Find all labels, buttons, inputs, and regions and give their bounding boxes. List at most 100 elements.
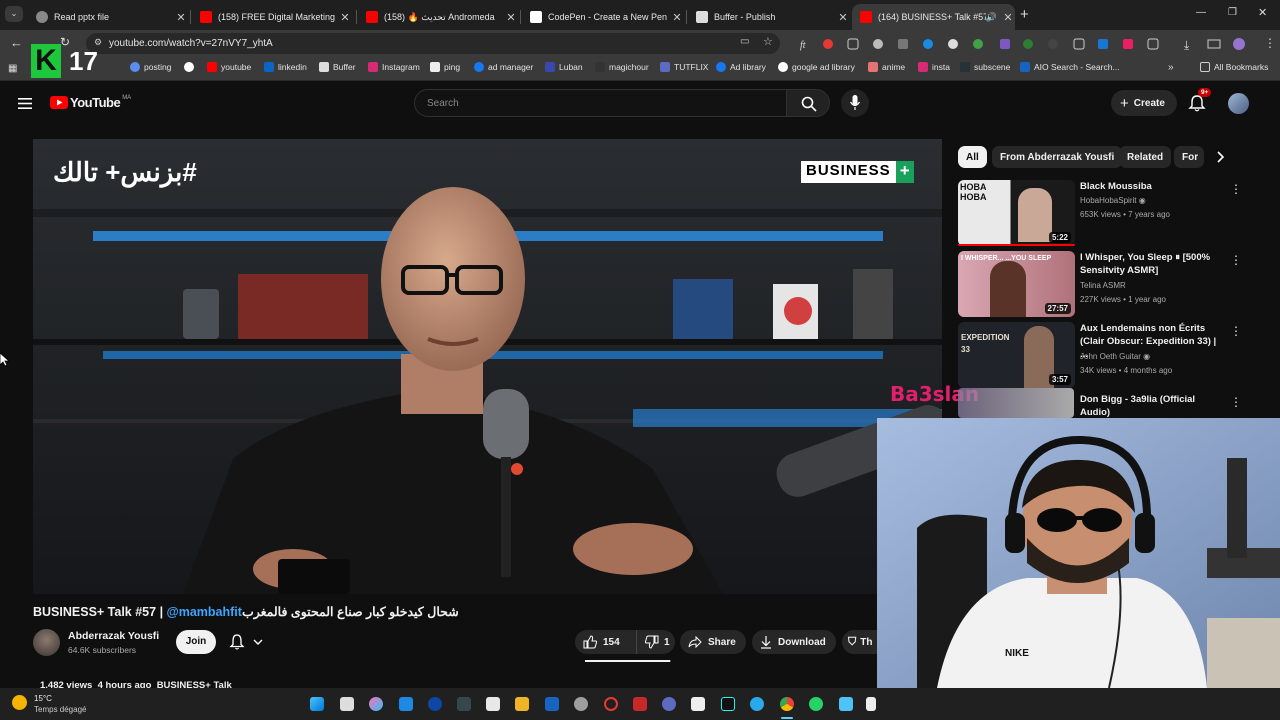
subscribe-notification-button[interactable]	[225, 632, 271, 652]
chip-related[interactable]: Related	[1119, 146, 1172, 168]
app-icon[interactable]	[428, 697, 442, 711]
start-button[interactable]	[310, 697, 324, 711]
close-icon[interactable]: ✕	[670, 11, 684, 24]
photos-icon[interactable]	[839, 697, 853, 711]
bookmark-item[interactable]: anime	[868, 62, 905, 72]
app-icon[interactable]	[457, 697, 471, 711]
task-view-icon[interactable]	[340, 697, 354, 711]
tiktok-icon[interactable]	[721, 697, 735, 711]
minimize-button[interactable]: —	[1196, 7, 1206, 18]
youtube-logo[interactable]: YouTube MA	[50, 95, 131, 110]
video-thumbnail[interactable]: EXPEDITION 33 3:57	[958, 322, 1075, 388]
more-actions-icon[interactable]: ⋮	[1230, 324, 1242, 338]
bookmark-item[interactable]: linkedin	[264, 62, 307, 72]
recommendation-channel[interactable]: HobaHobaSpirit ◉	[1080, 196, 1146, 205]
speaker-icon[interactable]: 🔊	[986, 12, 997, 23]
bookmark-item[interactable]: ad manager	[474, 62, 533, 72]
chip-for-you[interactable]: For	[1174, 146, 1204, 168]
chips-next-button[interactable]	[1208, 146, 1232, 168]
chrome-icon[interactable]	[780, 697, 794, 711]
hamburger-menu-icon[interactable]	[18, 96, 32, 109]
browser-tab[interactable]: Read pptx file ✕	[28, 4, 188, 30]
browser-tab[interactable]: Andromeda تحديث 🔥 (158) ✕	[358, 4, 518, 30]
apps-icon[interactable]: ▦	[8, 63, 17, 74]
video-player[interactable]: #بزنس+ تالك BUSINESS +	[33, 139, 942, 594]
bookmark-item[interactable]: TUTFLIX	[660, 62, 708, 72]
browser-tab[interactable]: (158) FREE Digital Marketing Co ✕	[192, 4, 352, 30]
more-actions-icon[interactable]: ⋮	[1230, 395, 1242, 409]
search-input[interactable]: Search	[414, 89, 787, 117]
more-actions-icon[interactable]: ⋮	[1230, 253, 1242, 267]
recommendation-channel[interactable]: Telina ASMR	[1080, 281, 1126, 290]
close-icon[interactable]: ✕	[1001, 11, 1015, 24]
more-bookmarks-icon[interactable]: »	[1168, 62, 1174, 73]
new-tab-button[interactable]: +	[1020, 6, 1029, 23]
video-thumbnail[interactable]: I WHISPER... ...YOU SLEEP 27:57	[958, 251, 1075, 317]
thanks-button[interactable]: ⛉ Th	[842, 630, 878, 654]
bookmark-item[interactable]: Buffer	[319, 62, 356, 72]
close-window-button[interactable]: ✕	[1258, 6, 1267, 19]
create-button[interactable]: + Create	[1111, 90, 1177, 116]
browser-tab[interactable]: Buffer - Publish ✕	[688, 4, 850, 30]
close-icon[interactable]: ✕	[174, 11, 188, 24]
weather-temp[interactable]: 15°C	[34, 694, 52, 703]
app-icon[interactable]	[399, 697, 413, 711]
download-button[interactable]: Download	[752, 630, 836, 654]
avatar[interactable]	[1228, 93, 1249, 114]
like-button[interactable]: 154	[575, 630, 637, 654]
recommendation-title[interactable]: Black Moussiba	[1080, 180, 1225, 193]
bookmark-item[interactable]: ping	[430, 62, 460, 72]
bookmark-item[interactable]	[184, 62, 198, 72]
chip-from-channel[interactable]: From Abderrazak Yousfi	[992, 146, 1123, 168]
omnibox[interactable]: ⚙ youtube.com/watch?v=27nVY7_yhtA ▭ ☆	[86, 33, 780, 54]
settings-icon[interactable]	[574, 697, 588, 711]
join-button[interactable]: Join	[176, 630, 216, 654]
cast-icon[interactable]: ▭	[740, 36, 749, 47]
bookmark-item[interactable]: google ad library	[778, 62, 855, 72]
app-icon[interactable]	[691, 697, 705, 711]
store-icon[interactable]	[515, 697, 529, 711]
mail-icon[interactable]	[545, 697, 559, 711]
opera-icon[interactable]	[604, 697, 618, 711]
app-icon[interactable]	[866, 697, 876, 711]
voice-search-button[interactable]	[841, 89, 869, 117]
dislike-button[interactable]: 1	[637, 630, 670, 654]
bookmark-item[interactable]: Instagram	[368, 62, 420, 72]
recommendation-item[interactable]: EXPEDITION 33 3:57 Aux Lendemains non Éc…	[958, 322, 1258, 388]
tab-search-button[interactable]: ⌄	[5, 6, 23, 22]
browser-tab[interactable]: CodePen - Create a New Pen ✕	[522, 4, 684, 30]
channel-name[interactable]: Abderrazak Yousfi	[68, 630, 159, 642]
weather-icon[interactable]	[12, 695, 27, 710]
notifications-button[interactable]: 9+	[1188, 88, 1212, 114]
bookmark-item[interactable]: insta	[918, 62, 950, 72]
close-icon[interactable]: ✕	[504, 11, 518, 24]
more-actions-icon[interactable]: ⋮	[1230, 182, 1242, 196]
browser-tab-active[interactable]: (164) BUSINESS+ Talk #57 | 🔊 ✕	[852, 4, 1015, 30]
restore-button[interactable]: ❐	[1228, 7, 1237, 18]
chip-all[interactable]: All	[958, 146, 987, 168]
search-button[interactable]	[786, 89, 830, 117]
telegram-icon[interactable]	[750, 697, 764, 711]
close-icon[interactable]: ✕	[338, 11, 352, 24]
file-explorer-icon[interactable]	[486, 697, 500, 711]
recommendation-title[interactable]: Don Bigg - 3a9lia (Official Audio)	[1080, 393, 1225, 418]
recommendation-title[interactable]: I Whisper, You Sleep ⏸ [500% Sensitvity …	[1080, 251, 1225, 277]
mention-link[interactable]: @mambahfit	[167, 605, 242, 619]
whatsapp-icon[interactable]	[809, 697, 823, 711]
close-icon[interactable]: ✕	[836, 11, 850, 24]
extensions-tray[interactable]: ft ⤓	[796, 37, 1256, 52]
all-bookmarks[interactable]: All Bookmarks	[1200, 62, 1268, 72]
app-icon[interactable]	[633, 697, 647, 711]
bookmark-item[interactable]: youtube	[207, 62, 251, 72]
recommendation-item[interactable]: I WHISPER... ...YOU SLEEP 27:57 I Whispe…	[958, 251, 1258, 317]
url-text[interactable]: youtube.com/watch?v=27nVY7_yhtA	[109, 38, 273, 49]
bookmark-item[interactable]: posting	[130, 62, 171, 72]
recommendation-channel[interactable]: John Oeth Guitar ◉	[1080, 352, 1150, 361]
bookmark-item[interactable]: Ad library	[716, 62, 766, 72]
star-icon[interactable]: ☆	[763, 35, 773, 48]
app-icon[interactable]	[662, 697, 676, 711]
video-thumbnail[interactable]: HOBA HOBA 5:22	[958, 180, 1075, 246]
bookmark-item[interactable]: Luban	[545, 62, 583, 72]
channel-avatar[interactable]	[33, 629, 60, 656]
copilot-icon[interactable]	[369, 697, 383, 711]
